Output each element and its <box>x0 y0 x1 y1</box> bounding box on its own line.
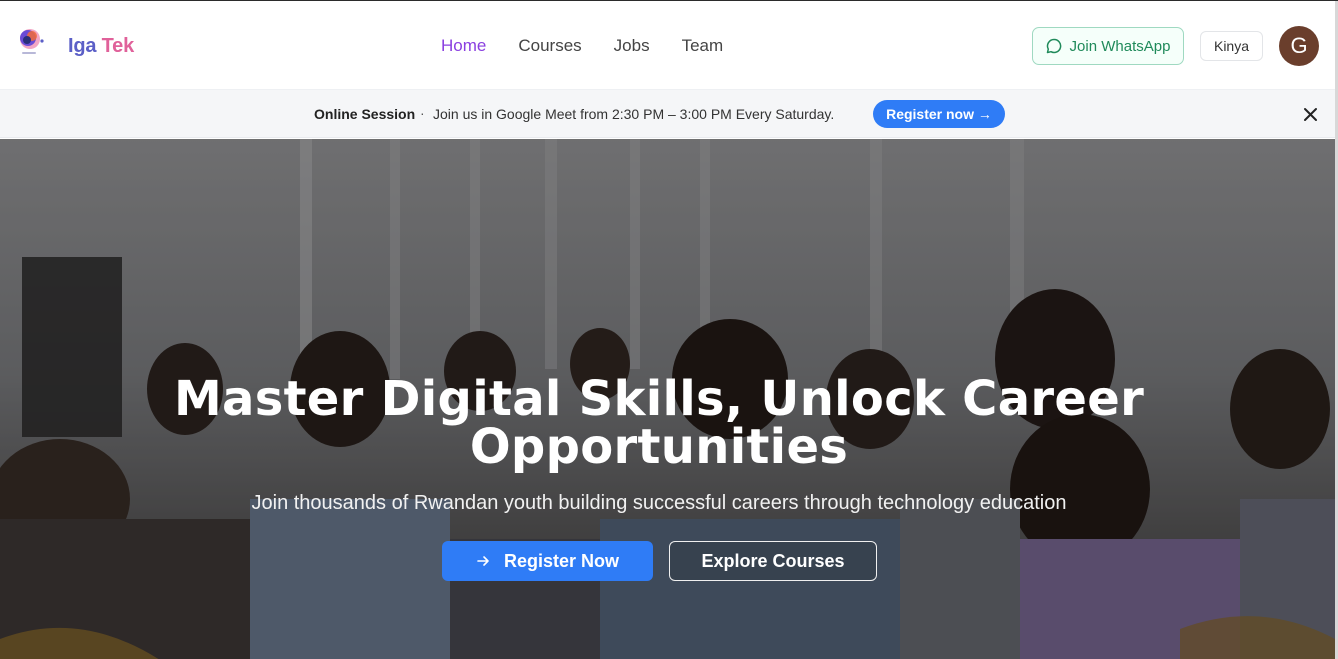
page: Iga Tek Home Courses Jobs Team Join What… <box>0 0 1338 659</box>
logo-icon[interactable] <box>16 26 46 58</box>
chat-bubble-icon <box>1046 38 1061 54</box>
announcement-banner: Online Session · Join us in Google Meet … <box>0 90 1338 138</box>
nav-jobs[interactable]: Jobs <box>614 35 650 57</box>
language-selector[interactable]: Kinya <box>1200 31 1263 61</box>
nav-team[interactable]: Team <box>682 35 724 57</box>
banner-title: Online Session <box>314 106 416 122</box>
banner-separator: · <box>420 105 425 121</box>
join-whatsapp-button[interactable]: Join WhatsApp <box>1032 27 1184 65</box>
close-icon[interactable] <box>1302 106 1319 123</box>
arrow-right-icon <box>477 556 489 566</box>
banner-register-button[interactable]: Register now → <box>873 100 1005 128</box>
explore-courses-button[interactable]: Explore Courses <box>669 541 877 581</box>
hero-title-line1: Master Digital Skills, Unlock Career <box>173 371 1145 427</box>
join-whatsapp-label: Join WhatsApp <box>1069 37 1171 55</box>
main-nav: Home Courses Jobs Team <box>441 35 755 57</box>
hero-title: Master Digital Skills, Unlock Career Opp… <box>0 375 1318 471</box>
user-avatar[interactable]: G <box>1279 26 1319 66</box>
hero-section: Master Digital Skills, Unlock Career Opp… <box>0 139 1335 659</box>
nav-courses[interactable]: Courses <box>518 35 581 57</box>
hero-subtitle: Join thousands of Rwandan youth building… <box>251 492 1067 514</box>
register-now-label: Register Now <box>503 550 620 571</box>
hero-title-line2: Opportunities <box>469 419 849 475</box>
site-header: Iga Tek Home Courses Jobs Team Join What… <box>0 1 1338 90</box>
nav-home[interactable]: Home <box>441 35 486 57</box>
brand-name-part2: Tek <box>96 35 135 57</box>
banner-message: Join us in Google Meet from 2:30 PM – 3:… <box>433 106 835 122</box>
brand-name-part1: Iga <box>68 35 97 57</box>
brand-name[interactable]: Iga Tek <box>68 34 134 58</box>
register-now-button[interactable]: Register Now <box>442 541 653 581</box>
